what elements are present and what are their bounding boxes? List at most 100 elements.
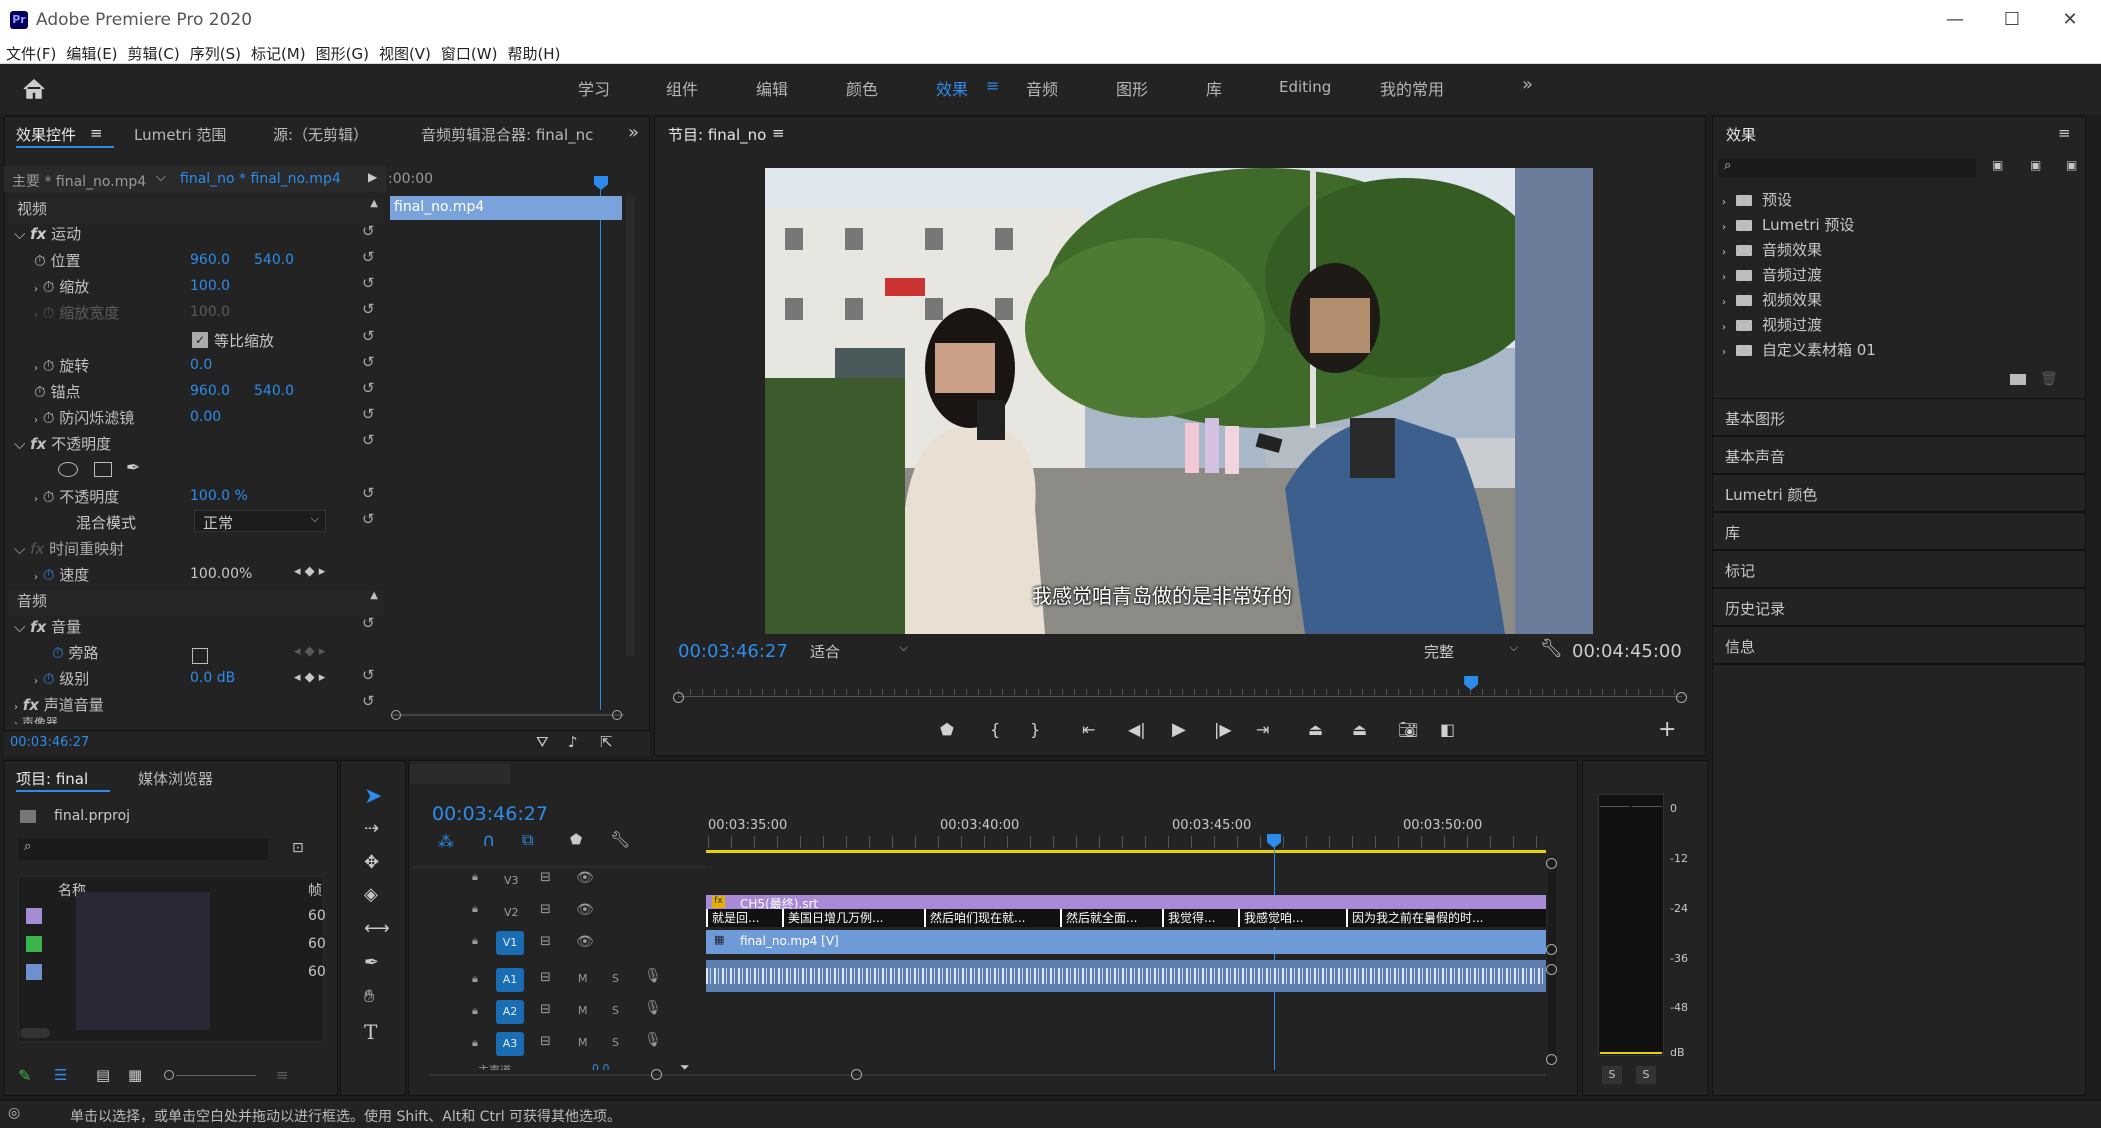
mute-button[interactable]: M <box>578 1004 588 1017</box>
snap-icon[interactable]: ∩ <box>482 830 495 851</box>
stopwatch-icon[interactable]: ⏱ <box>34 383 46 401</box>
uniform-scale-checkbox[interactable]: ✓ <box>192 332 208 348</box>
filter-icon[interactable]: ⛛ <box>536 733 549 751</box>
workspace-editing[interactable]: 编辑 <box>756 76 788 100</box>
32bit-effects-icon[interactable]: ▣ <box>2030 158 2041 172</box>
reset-icon[interactable]: ↺ <box>362 484 375 502</box>
workspace-assembly[interactable]: 组件 <box>666 76 698 100</box>
expand-icon[interactable]: ⌵ <box>14 225 25 243</box>
sync-lock-icon[interactable]: ⊟ <box>540 1034 551 1049</box>
timeline-h-scrollbar[interactable] <box>430 1074 1546 1076</box>
workspace-learn[interactable]: 学习 <box>578 76 610 100</box>
more-tabs-icon[interactable]: » <box>628 122 639 143</box>
effects-folder-video-effects[interactable]: › 视频效果 <box>1722 289 1822 310</box>
caption-clip[interactable]: 然后咱们现在就... <box>924 909 1054 927</box>
maximize-button[interactable]: ☐ <box>1992 6 2032 34</box>
track-height-handle[interactable] <box>1546 964 1557 975</box>
menu-graphics[interactable]: 图形(G) <box>310 40 373 64</box>
keyframe-nav-icon[interactable]: ◂ ◆ ▸ <box>294 670 325 685</box>
workspace-my-favorites[interactable]: 我的常用 <box>1380 76 1444 100</box>
mute-button[interactable]: M <box>578 1036 588 1049</box>
effects-folder-video-transitions[interactable]: › 视频过渡 <box>1722 314 1822 335</box>
antiflicker-value[interactable]: 0.00 <box>190 409 221 425</box>
sync-lock-icon[interactable]: ⊟ <box>540 870 551 885</box>
sequence-clip-label[interactable]: final_no * final_no.mp4 <box>180 171 341 187</box>
label-color-swatch[interactable] <box>26 936 42 952</box>
timeline-ruler[interactable] <box>708 836 1546 848</box>
extract-icon[interactable]: ⏏ <box>1352 720 1367 739</box>
effects-folder-audio-transitions[interactable]: › 音频过渡 <box>1722 264 1822 285</box>
reset-icon[interactable]: ↺ <box>362 353 375 371</box>
home-icon[interactable] <box>22 78 46 100</box>
meter-solo-left-button[interactable]: S <box>1602 1066 1622 1084</box>
effects-panel-title[interactable]: 效果 <box>1726 124 1756 145</box>
timeline-zoom-handle[interactable] <box>851 1069 862 1080</box>
stopwatch-icon[interactable]: ⏱ <box>43 357 55 375</box>
reset-icon[interactable]: ↺ <box>362 666 375 684</box>
meter-solo-right-button[interactable]: S <box>1636 1066 1656 1084</box>
caption-clip[interactable]: 我感觉咱... <box>1238 909 1330 927</box>
scale-value[interactable]: 100.0 <box>190 278 230 294</box>
yuv-effects-icon[interactable]: ▣ <box>2066 158 2077 172</box>
play-icon[interactable]: ▶ <box>368 170 377 184</box>
mute-button[interactable]: M <box>578 972 588 985</box>
microphone-icon[interactable]: 🎙︎ <box>644 1032 662 1048</box>
effects-folder-lumetri-presets[interactable]: › Lumetri 预设 <box>1722 214 1854 235</box>
tab-media-browser[interactable]: 媒体浏览器 <box>138 768 213 789</box>
fx-icon[interactable]: fx <box>30 435 46 453</box>
menu-window[interactable]: 窗口(W) <box>435 40 502 64</box>
ellipse-mask-icon[interactable] <box>58 462 78 477</box>
info-section[interactable]: 信息 <box>1712 626 2086 664</box>
reset-icon[interactable]: ↺ <box>362 405 375 423</box>
track-select-tool-icon[interactable]: ⇢ <box>364 818 379 839</box>
new-search-bin-icon[interactable]: ⊡ <box>292 840 304 856</box>
track-height-handle[interactable] <box>1546 944 1557 955</box>
add-marker-icon[interactable]: ⬟ <box>940 720 954 739</box>
fx-icon[interactable]: fx <box>23 696 39 714</box>
ripple-edit-tool-icon[interactable]: ✥ <box>364 852 379 873</box>
caption-file-clip[interactable] <box>706 895 1546 909</box>
timeline-v-scrollbar[interactable] <box>1548 856 1556 1066</box>
zoom-slider-handle[interactable] <box>164 1070 174 1080</box>
position-x-value[interactable]: 960.0 <box>190 252 230 268</box>
caption-clip[interactable]: 就是回... <box>706 909 766 927</box>
lock-icon[interactable]: 🔒︎ <box>472 902 478 916</box>
video-frame[interactable] <box>765 168 1593 634</box>
program-zoom-handle[interactable] <box>1676 692 1687 703</box>
lock-icon[interactable]: 🔒︎ <box>472 934 478 948</box>
timeline-timecode[interactable]: 00:03:46:27 <box>432 803 548 825</box>
label-color-swatch[interactable] <box>26 964 42 980</box>
reset-icon[interactable]: ↺ <box>362 692 375 710</box>
track-label-a2[interactable]: A2 <box>496 1000 524 1024</box>
panel-menu-icon[interactable]: ≡ <box>772 124 785 142</box>
close-button[interactable]: ✕ <box>2050 6 2090 34</box>
reset-icon[interactable]: ↺ <box>362 327 375 345</box>
new-bin-icon[interactable] <box>2010 374 2026 385</box>
program-monitor-title[interactable]: 节目: final_no <box>668 124 766 145</box>
lock-icon[interactable]: 🔒︎ <box>472 972 478 986</box>
stopwatch-icon[interactable]: ⏱ <box>43 409 55 427</box>
menu-marker[interactable]: 标记(M) <box>245 40 310 64</box>
in-out-range-bar[interactable] <box>706 850 1546 853</box>
timeline-zoom-handle[interactable] <box>651 1069 662 1080</box>
mark-out-icon[interactable]: } <box>1030 720 1040 739</box>
go-to-in-icon[interactable]: ⇤ <box>1082 720 1095 739</box>
ec-scrollbar[interactable] <box>626 196 634 656</box>
effects-search-input[interactable] <box>1718 158 1976 178</box>
program-timecode[interactable]: 00:03:46:27 <box>678 641 788 662</box>
menu-file[interactable]: 文件(F) <box>0 40 60 64</box>
program-time-ruler[interactable] <box>678 689 1682 695</box>
menu-view[interactable]: 视图(V) <box>373 40 435 64</box>
fit-select[interactable]: 适合 ⌵ <box>804 640 912 662</box>
reset-icon[interactable]: ↺ <box>362 222 375 240</box>
workspace-audio[interactable]: 音频 <box>1026 76 1058 100</box>
stopwatch-icon[interactable]: ⏱ <box>34 252 46 270</box>
keyframe-nav-icon[interactable]: ◂ ◆ ▸ <box>294 644 325 659</box>
eye-icon[interactable]: 👁︎ <box>576 934 594 950</box>
more-workspaces-icon[interactable]: » <box>1522 74 1533 95</box>
workspace-effects[interactable]: 效果 <box>936 76 968 100</box>
play-audio-icon[interactable]: ♪ <box>568 733 578 751</box>
track-label-v1[interactable]: V1 <box>496 931 524 955</box>
opacity-value[interactable]: 100.0 % <box>190 488 248 504</box>
v1-video-clip[interactable]: ▦ final_no.mp4 [V] <box>706 930 1546 954</box>
